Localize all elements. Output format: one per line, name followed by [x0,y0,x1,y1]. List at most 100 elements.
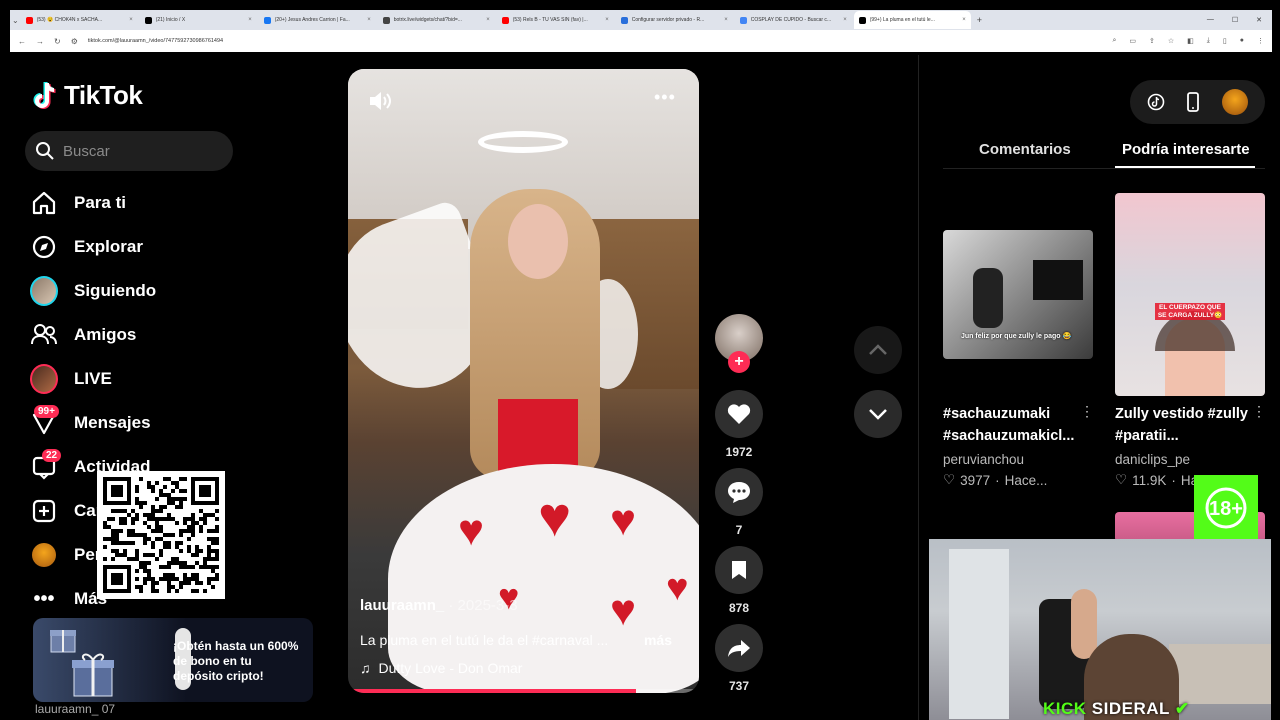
menu-icon[interactable]: ⋮ [1257,37,1264,45]
card-title[interactable]: Zully vestido #zully #paratii... [1115,403,1255,447]
tab-podria-interesarte[interactable]: Podría interesarte [1122,141,1250,158]
profile-icon[interactable]: ● [1240,37,1244,45]
browser-tab[interactable]: (99+) La pluma en el tutú le... × [853,11,971,29]
tab-close-icon[interactable]: × [724,17,728,23]
share-icon[interactable]: ⇪ [1149,37,1155,45]
card-more-icon[interactable]: ⋮ [1080,403,1094,420]
nav-item-para-ti[interactable]: Para ti [30,188,126,218]
video-halo [478,131,568,153]
minimize-icon[interactable]: — [1207,16,1214,24]
activity-icon: 22 [30,449,62,481]
browser-tab[interactable]: (20+) Jesus Andres Carrion | Fa... × [259,11,376,29]
tab-close-icon[interactable]: × [367,17,371,23]
video-username[interactable]: lauuraamn_ [360,597,444,614]
compass-icon [30,233,58,261]
tab-list-icon[interactable]: ⌄ [12,16,19,25]
bookmark-star-icon[interactable]: ☆ [1168,37,1174,45]
phone-icon[interactable] [1186,92,1200,112]
site-info-icon[interactable]: ⚙ [71,37,78,46]
user-avatar[interactable] [1222,89,1249,115]
browser-tab[interactable]: (53) Rels B - TU VAS SIN (fav) |... × [497,11,614,29]
card-title[interactable]: #sachauzumaki #sachauzumakicl... [943,403,1083,447]
reload-icon[interactable]: ↻ [54,37,61,46]
recommended-video-thumbnail[interactable]: EL CUERPAZO QUE SE CARGA ZULLY😳 [1115,193,1265,396]
search-input[interactable] [63,142,223,160]
age-18-badge: 18+ [1194,475,1258,539]
tab-underline-base [943,168,1265,169]
close-window-icon[interactable]: ✕ [1256,16,1262,24]
heart-decoration: ♥ [666,567,689,609]
webcam-bed [1169,644,1271,704]
tab-close-icon[interactable]: × [486,17,490,23]
caption-more-link[interactable]: más [644,632,690,648]
video-player[interactable]: ♥ ♥ ♥ ♥ ♥ ♥ ••• lauuraamn_ · 2025-3-3 La… [348,69,699,693]
video-progress-bar[interactable] [348,689,699,693]
new-tab-button[interactable]: + [977,15,982,25]
music-title[interactable]: Dutty Love - Don Omar [379,660,523,676]
video-caption: La pluma en el tutú le da el #carnaval .… [360,632,609,648]
comment-button[interactable] [715,468,763,516]
maximize-icon[interactable]: ☐ [1232,16,1238,24]
search-bar[interactable] [25,131,233,171]
tiktok-coin-icon[interactable] [1147,93,1165,111]
tab-close-icon[interactable]: × [248,17,252,23]
address-bar: ← → ↻ ⚙ tiktok.com/@lauuraamn_/video/747… [10,30,1272,52]
crypto-promo-banner[interactable]: ¡Obtén hasta un 600% de bono en tu depós… [33,618,313,702]
video-author[interactable]: lauuraamn_ · 2025-3-3 [360,597,518,614]
nav-item-siguiendo[interactable]: Siguiendo [30,276,156,306]
nav-item-mensajes[interactable]: 99+ Mensajes [30,405,151,438]
browser-tab[interactable]: COSPLAY DE CUPIDO - Buscar c... × [735,11,852,29]
video-more-icon[interactable]: ••• [654,87,676,108]
extensions-icon[interactable]: ◧ [1187,37,1194,45]
follow-plus-button[interactable]: + [728,351,750,373]
messages-icon: 99+ [30,405,59,437]
tab-title: (20+) Jesus Andres Carrion | Fa... [274,17,350,23]
friends-icon [30,321,58,349]
nav-item-amigos[interactable]: Amigos [30,320,136,350]
like-button[interactable] [715,390,763,438]
url-field[interactable]: tiktok.com/@lauuraamn_/video/74775927309… [88,38,223,44]
tab-close-icon[interactable]: × [843,17,847,23]
nav-label: Amigos [74,325,137,344]
previous-video-button[interactable] [854,326,902,374]
card-author[interactable]: peruvianchou [943,452,1024,467]
tab-close-icon[interactable]: × [962,17,966,23]
forward-icon[interactable]: → [36,37,44,46]
tiktok-logo[interactable]: TikTok [32,80,143,111]
messages-badge: 99+ [34,405,59,418]
tiktok-note-icon [33,81,56,109]
nav-item-explorar[interactable]: Explorar [30,232,143,262]
logo-text: TikTok [64,80,143,110]
tab-comentarios[interactable]: Comentarios [979,141,1071,158]
nav-item-live[interactable]: LIVE [30,364,112,394]
browser-tab[interactable]: botrix.live/widgets/chat/?bid=... × [378,11,495,29]
download-icon[interactable]: ⤓ [1207,37,1210,45]
share-button[interactable] [715,624,763,672]
browser-tab[interactable]: Configurar servidor privado - R... × [616,11,733,29]
tab-close-icon[interactable]: × [129,17,133,23]
save-button[interactable] [715,546,763,594]
video-music[interactable]: ♫ Dutty Love - Don Omar [360,660,522,676]
cast-icon[interactable]: ▭ [1129,37,1136,45]
promo-text: ¡Obtén hasta un 600% de bono en tu depós… [173,639,299,683]
zoom-icon[interactable]: ⌕ [1112,37,1116,45]
card-likes: 3977 [960,472,991,488]
music-note-icon: ♫ [360,660,371,676]
card-more-icon[interactable]: ⋮ [1252,403,1266,420]
nav-label: Explorar [74,237,143,256]
chevron-down-icon [869,409,887,420]
nav-item-mas[interactable]: ••• Más [30,584,107,614]
sidebar-icon[interactable]: ▯ [1223,37,1227,45]
tab-title: (21) Inicio / X [155,17,186,23]
chevron-up-icon [869,344,887,355]
tab-title: botrix.live/widgets/chat/?bid=... [393,17,462,23]
back-icon[interactable]: ← [18,37,26,46]
browser-tab[interactable]: (53) 😵 CHOK4N x SACHA... × [21,11,138,29]
volume-icon[interactable] [368,90,392,112]
next-video-button[interactable] [854,390,902,438]
recommended-video-thumbnail[interactable]: Jun feliz por que zully le pago 😂 [943,230,1093,359]
tab-close-icon[interactable]: × [605,17,609,23]
tab-title: (99+) La pluma en el tutú le... [869,17,935,23]
browser-tab[interactable]: (21) Inicio / X × [140,11,257,29]
card-author[interactable]: daniclips_pe [1115,452,1190,467]
